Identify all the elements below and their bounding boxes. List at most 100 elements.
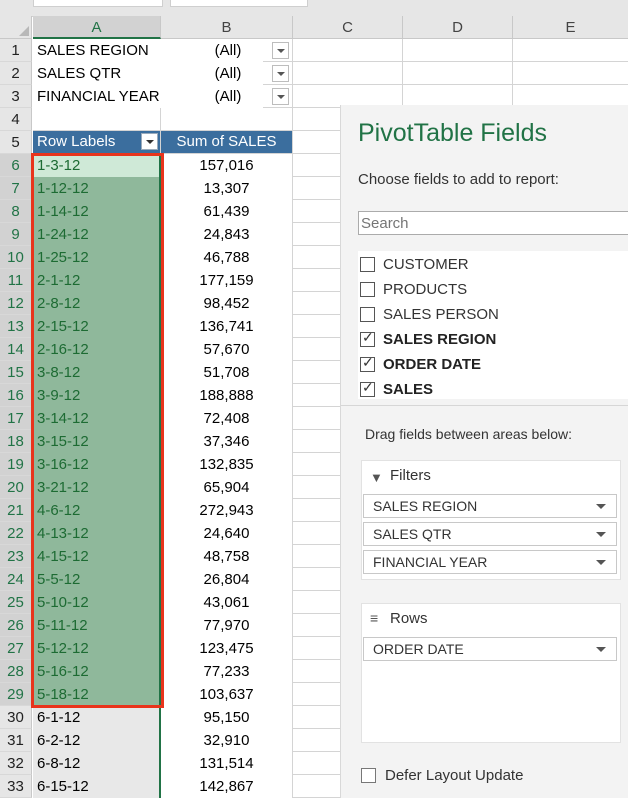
row-header[interactable]: 30 — [0, 706, 32, 729]
pivot-row-value[interactable]: 136,741 — [161, 315, 292, 338]
sheet-tab[interactable] — [33, 0, 163, 7]
pivot-row-value[interactable]: 103,637 — [161, 683, 292, 706]
pivot-row-label[interactable]: 1-25-12 — [33, 246, 160, 269]
column-header-a[interactable]: A — [33, 16, 161, 39]
pivot-row-value[interactable]: 131,514 — [161, 752, 292, 775]
row-header[interactable]: 22 — [0, 522, 32, 545]
pivot-row-label[interactable]: 1-3-12 — [33, 154, 160, 177]
pivot-row-value[interactable]: 123,475 — [161, 637, 292, 660]
field-item[interactable]: ✓ SALES REGION — [358, 330, 628, 350]
column-header-c[interactable]: C — [293, 16, 403, 39]
checkbox[interactable] — [360, 307, 375, 322]
sheet-tab[interactable] — [170, 0, 308, 7]
pivot-sum-header[interactable]: Sum of SALES — [161, 131, 292, 153]
pivot-row-value[interactable]: 32,910 — [161, 729, 292, 752]
chevron-down-icon[interactable] — [596, 647, 606, 652]
row-header[interactable]: 20 — [0, 476, 32, 499]
row-header[interactable]: 23 — [0, 545, 32, 568]
filter-field-label[interactable]: SALES QTR — [33, 62, 193, 85]
pivot-row-label[interactable]: 1-24-12 — [33, 223, 160, 246]
pivot-row-label[interactable]: 3-16-12 — [33, 453, 160, 476]
pivot-row-label[interactable]: 2-15-12 — [33, 315, 160, 338]
row-header[interactable]: 15 — [0, 361, 32, 384]
row-header[interactable]: 17 — [0, 407, 32, 430]
filter-field-value[interactable]: (All) — [193, 39, 263, 62]
row-header[interactable]: 28 — [0, 660, 32, 683]
pivot-row-value[interactable]: 57,670 — [161, 338, 292, 361]
field-item[interactable]: SALES PERSON — [358, 305, 628, 325]
pivot-row-value[interactable]: 132,835 — [161, 453, 292, 476]
filter-area-item[interactable]: SALES REGION — [363, 494, 617, 518]
row-header[interactable]: 12 — [0, 292, 32, 315]
row-header[interactable]: 7 — [0, 177, 32, 200]
pivot-row-value[interactable]: 24,843 — [161, 223, 292, 246]
filter-field-label[interactable]: FINANCIAL YEAR — [33, 85, 193, 108]
pivot-row-value[interactable]: 188,888 — [161, 384, 292, 407]
pivot-row-label[interactable]: 3-14-12 — [33, 407, 160, 430]
pivot-row-value[interactable]: 46,788 — [161, 246, 292, 269]
row-header[interactable]: 27 — [0, 637, 32, 660]
pivot-row-label[interactable]: 5-16-12 — [33, 660, 160, 683]
pivot-row-value[interactable]: 98,452 — [161, 292, 292, 315]
filter-field-label[interactable]: SALES REGION — [33, 39, 193, 62]
row-header[interactable]: 9 — [0, 223, 32, 246]
pivot-row-label[interactable]: 5-18-12 — [33, 683, 160, 706]
pivot-row-label[interactable]: 3-21-12 — [33, 476, 160, 499]
row-header[interactable]: 3 — [0, 85, 32, 108]
pivot-row-label[interactable]: 3-9-12 — [33, 384, 160, 407]
pivot-row-value[interactable]: 43,061 — [161, 591, 292, 614]
pivot-row-label[interactable]: 6-8-12 — [33, 752, 160, 775]
row-header[interactable]: 21 — [0, 499, 32, 522]
row-header[interactable]: 2 — [0, 62, 32, 85]
pivot-row-label[interactable]: 2-16-12 — [33, 338, 160, 361]
pivot-row-value[interactable]: 61,439 — [161, 200, 292, 223]
chevron-down-icon[interactable] — [596, 504, 606, 509]
filter-area-item[interactable]: FINANCIAL YEAR — [363, 550, 617, 574]
pivot-row-value[interactable]: 72,408 — [161, 407, 292, 430]
filter-area-item[interactable]: SALES QTR — [363, 522, 617, 546]
defer-checkbox[interactable] — [361, 768, 376, 783]
pivot-row-label[interactable]: 5-10-12 — [33, 591, 160, 614]
row-header[interactable]: 8 — [0, 200, 32, 223]
row-header[interactable]: 13 — [0, 315, 32, 338]
filter-dropdown-button[interactable] — [272, 65, 289, 82]
row-header[interactable]: 4 — [0, 108, 32, 131]
chevron-down-icon[interactable] — [596, 532, 606, 537]
filter-field-value[interactable]: (All) — [193, 85, 263, 108]
pivot-row-label[interactable]: 1-12-12 — [33, 177, 160, 200]
pivot-row-value[interactable]: 26,804 — [161, 568, 292, 591]
row-header[interactable]: 24 — [0, 568, 32, 591]
pivot-row-label[interactable]: 5-11-12 — [33, 614, 160, 637]
chevron-down-icon[interactable] — [596, 560, 606, 565]
pivot-row-value[interactable]: 142,867 — [161, 775, 292, 798]
pivot-row-value[interactable]: 77,233 — [161, 660, 292, 683]
pivot-row-label[interactable]: 3-15-12 — [33, 430, 160, 453]
pivot-row-label[interactable]: 3-8-12 — [33, 361, 160, 384]
checkbox[interactable] — [360, 257, 375, 272]
pivot-row-value[interactable]: 48,758 — [161, 545, 292, 568]
row-header[interactable]: 19 — [0, 453, 32, 476]
field-item[interactable]: ✓ ORDER DATE — [358, 355, 628, 375]
row-header[interactable]: 18 — [0, 430, 32, 453]
row-header[interactable]: 29 — [0, 683, 32, 706]
field-search-input[interactable] — [358, 211, 628, 235]
column-header-d[interactable]: D — [403, 16, 513, 39]
filter-dropdown-button[interactable] — [272, 42, 289, 59]
pivot-row-label[interactable]: 6-2-12 — [33, 729, 160, 752]
row-header[interactable]: 6 — [0, 154, 32, 177]
row-labels-filter-button[interactable] — [141, 133, 158, 150]
pivot-row-value[interactable]: 95,150 — [161, 706, 292, 729]
pivot-row-label[interactable]: 6-15-12 — [33, 775, 160, 798]
row-header[interactable]: 11 — [0, 269, 32, 292]
field-item[interactable]: CUSTOMER — [358, 255, 628, 275]
pivot-row-label[interactable]: 4-6-12 — [33, 499, 160, 522]
row-header[interactable]: 26 — [0, 614, 32, 637]
pivot-row-value[interactable]: 13,307 — [161, 177, 292, 200]
row-header[interactable]: 16 — [0, 384, 32, 407]
row-header[interactable]: 5 — [0, 131, 32, 154]
field-item[interactable]: ✓ SALES — [358, 380, 628, 400]
pivot-row-value[interactable]: 272,943 — [161, 499, 292, 522]
select-all-corner[interactable] — [0, 16, 32, 39]
row-header[interactable]: 33 — [0, 775, 32, 798]
pivot-row-label[interactable]: 4-15-12 — [33, 545, 160, 568]
